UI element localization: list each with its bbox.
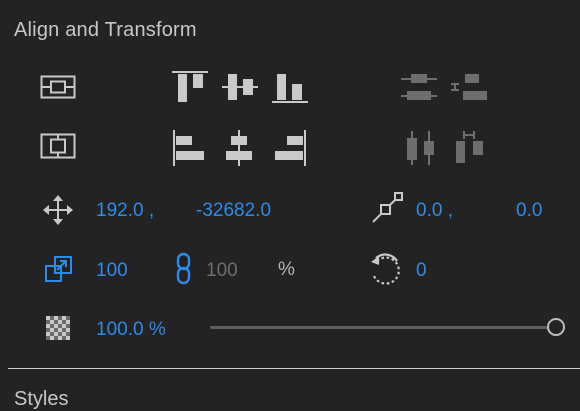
scale-unit-label: % [278, 259, 295, 280]
distribute-horizontal-center-icon [402, 129, 438, 167]
position-y-value[interactable]: -32682.0 [196, 200, 271, 222]
section-divider [8, 368, 580, 369]
opacity-value[interactable]: 100.0 % [96, 319, 166, 341]
rotation-value[interactable]: 0 [416, 260, 427, 282]
align-to-artboard-icon[interactable] [40, 130, 76, 162]
link-icon[interactable] [174, 252, 194, 286]
anchor-y-value[interactable]: 0.0 [516, 200, 542, 222]
panel-title: Align and Transform [14, 19, 197, 41]
scale-width-value[interactable]: 100 [96, 260, 128, 282]
align-right-icon[interactable] [272, 129, 308, 167]
scale-height-value: 100 [206, 260, 238, 281]
scale-icon [44, 254, 74, 284]
align-vertical-center-icon[interactable] [221, 70, 259, 104]
align-horizontal-center-icon[interactable] [221, 129, 257, 167]
align-top-icon[interactable] [171, 70, 209, 104]
align-bottom-icon[interactable] [271, 70, 309, 104]
anchor-x-value[interactable]: 0.0 , [416, 200, 453, 222]
align-to-selection-icon[interactable] [40, 72, 76, 102]
rotate-icon [368, 252, 404, 288]
move-icon [42, 194, 74, 226]
distribute-vertical-space-icon [449, 70, 489, 104]
anchor-point-icon [369, 192, 405, 226]
opacity-icon [46, 316, 70, 340]
align-left-icon[interactable] [172, 129, 208, 167]
position-x-value[interactable]: 192.0 , [96, 200, 154, 222]
distribute-horizontal-space-icon [452, 129, 488, 167]
opacity-slider-track[interactable] [210, 326, 554, 329]
opacity-slider-knob[interactable] [547, 318, 565, 336]
distribute-vertical-center-icon [399, 70, 439, 104]
